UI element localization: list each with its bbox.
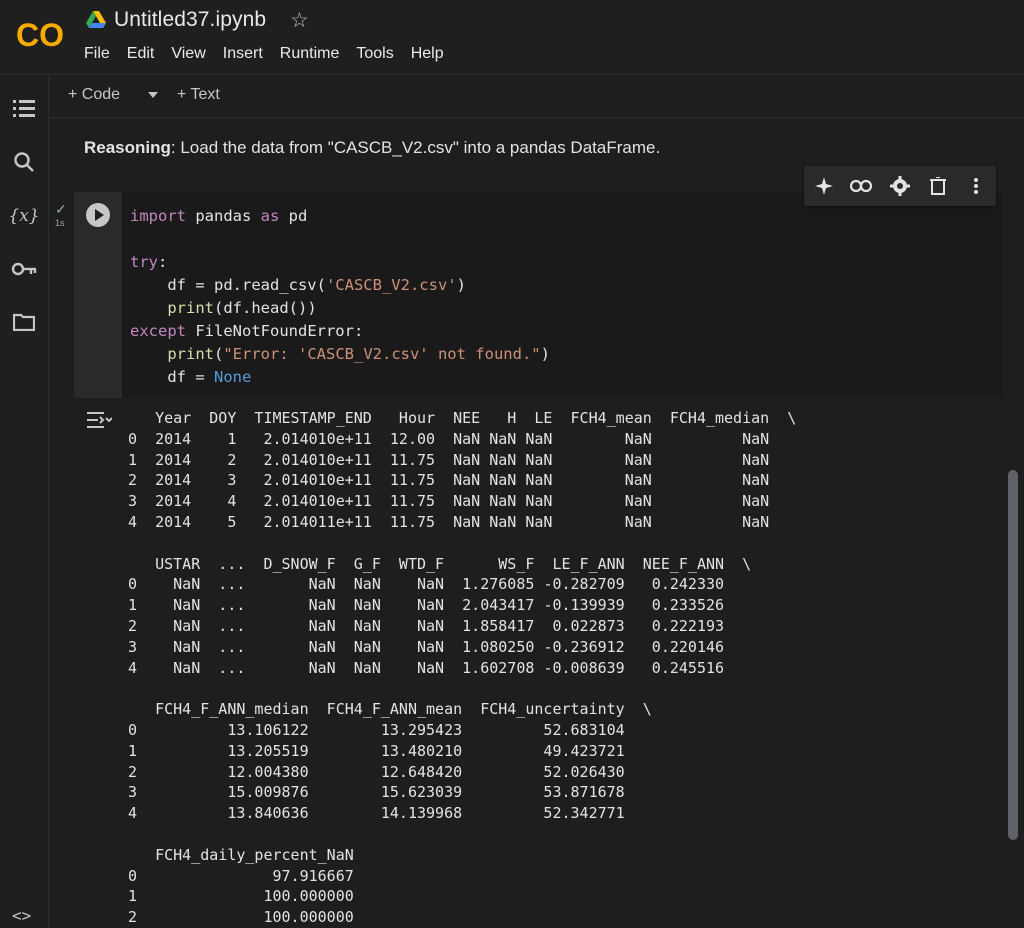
output-line: 0 NaN ... NaN NaN NaN 1.276085 -0.282709… — [128, 575, 725, 594]
scrollbar-thumb[interactable] — [1008, 470, 1018, 840]
code-token: df = pd.read_csv( — [130, 276, 326, 294]
output-line: FCH4_daily_percent_NaN — [128, 845, 354, 864]
colab-logo[interactable]: CO — [14, 14, 70, 54]
code-token: df = — [130, 368, 214, 386]
colab-logo-text: CO — [16, 17, 64, 53]
output-line: 1 100.000000 — [128, 887, 354, 906]
code-token: import — [130, 207, 186, 225]
chevron-down-icon[interactable] — [146, 88, 160, 107]
search-icon[interactable] — [10, 148, 38, 176]
output-line: 3 NaN ... NaN NaN NaN 1.080250 -0.236912… — [128, 637, 725, 656]
files-folder-icon[interactable] — [10, 308, 38, 336]
run-cell-button[interactable] — [86, 203, 110, 227]
output-collapse-icon[interactable] — [86, 410, 113, 430]
menu-edit[interactable]: Edit — [127, 45, 155, 63]
output-line: 4 NaN ... NaN NaN NaN 1.602708 -0.008639… — [128, 658, 725, 677]
menu-tools[interactable]: Tools — [356, 45, 393, 63]
output-line: 4 13.840636 14.139968 52.342771 — [128, 804, 625, 823]
code-token: ) — [456, 276, 466, 294]
settings-gear-icon[interactable] — [888, 174, 912, 198]
code-token: : — [158, 253, 168, 271]
output-line: 0 13.106122 13.295423 52.683104 — [128, 720, 625, 739]
output-line: 3 2014 4 2.014010e+11 11.75 NaN NaN NaN … — [128, 492, 770, 511]
code-token: print — [167, 299, 214, 317]
code-token: ) — [540, 345, 550, 363]
code-token: 'CASCB_V2.csv' — [325, 276, 457, 294]
code-token: as — [260, 207, 280, 225]
output-line: Year DOY TIMESTAMP_END Hour NEE H LE FCH… — [128, 409, 797, 427]
output-line: 0 2014 1 2.014010e+11 12.00 NaN NaN NaN … — [128, 429, 770, 448]
output-line: FCH4_F_ANN_median FCH4_F_ANN_mean FCH4_u… — [128, 700, 652, 719]
output-line: USTAR ... D_SNOW_F G_F WTD_F WS_F LE_F_A… — [128, 554, 752, 573]
menu-bar: File Edit View Insert Runtime Tools Help — [84, 45, 461, 63]
output-line: 2 NaN ... NaN NaN NaN 1.858417 0.022873 … — [128, 616, 725, 635]
code-token: try — [130, 253, 158, 271]
code-token: pd — [279, 207, 308, 225]
cell-toolbar — [804, 166, 996, 206]
code-token: FileNotFoundError: — [186, 322, 364, 340]
variables-icon[interactable]: {x} — [8, 202, 39, 230]
code-token: "Error: 'CASCB_V2.csv' not found." — [223, 345, 541, 363]
star-icon[interactable]: ☆ — [290, 8, 309, 33]
menu-file[interactable]: File — [84, 45, 110, 63]
reasoning-text: : Load the data from "CASCB_V2.csv" into… — [170, 138, 661, 157]
execution-status-icon: ✓ — [55, 201, 67, 217]
code-token: print — [167, 345, 214, 363]
delete-trash-icon[interactable] — [926, 174, 950, 198]
code-token: except — [130, 322, 186, 340]
notebook-title[interactable]: Untitled37.ipynb — [114, 8, 266, 32]
output-line: 2 12.004380 12.648420 52.026430 — [128, 762, 625, 781]
output-line: 3 15.009876 15.623039 53.871678 — [128, 783, 625, 802]
more-vert-icon[interactable] — [964, 174, 988, 198]
menu-help[interactable]: Help — [411, 45, 444, 63]
secrets-key-icon[interactable] — [10, 255, 38, 283]
link-icon[interactable] — [849, 174, 873, 198]
code-snippets-icon[interactable]: <> — [12, 906, 31, 925]
add-text-button[interactable]: + Text — [177, 86, 220, 104]
code-token: pandas — [186, 207, 261, 225]
code-token: None — [214, 368, 252, 386]
code-editor[interactable]: import pandas as pd try: df = pd.read_cs… — [122, 192, 1002, 398]
output-line: 4 2014 5 2.014011e+11 11.75 NaN NaN NaN … — [128, 512, 770, 531]
reasoning-label: Reasoning — [84, 138, 171, 157]
gemini-sparkle-icon[interactable] — [812, 174, 836, 198]
output-line: 2 2014 3 2.014010e+11 11.75 NaN NaN NaN … — [128, 471, 770, 490]
output-line: 2 100.000000 — [128, 908, 354, 927]
text-cell[interactable]: Reasoning: Load the data from "CASCB_V2.… — [84, 138, 660, 158]
output-line: 1 2014 2 2.014010e+11 11.75 NaN NaN NaN … — [128, 450, 770, 469]
output-line: 0 97.916667 — [128, 866, 354, 885]
add-code-button[interactable]: + Code — [68, 86, 120, 104]
menu-runtime[interactable]: Runtime — [280, 45, 340, 63]
table-of-contents-icon[interactable] — [10, 94, 38, 122]
google-drive-icon[interactable] — [86, 11, 106, 29]
code-token: ( — [214, 345, 224, 363]
code-token: (df.head()) — [214, 299, 317, 317]
menu-view[interactable]: View — [171, 45, 205, 63]
output-line: 1 NaN ... NaN NaN NaN 2.043417 -0.139939… — [128, 596, 725, 615]
code-content: import pandas as pd try: df = pd.read_cs… — [130, 205, 550, 389]
play-icon — [95, 209, 104, 221]
menu-insert[interactable]: Insert — [223, 45, 263, 63]
execution-time: 1s — [55, 218, 65, 228]
cell-output: Year DOY TIMESTAMP_END Hour NEE H LE FCH… — [128, 408, 796, 928]
output-line: 1 13.205519 13.480210 49.423721 — [128, 741, 625, 760]
